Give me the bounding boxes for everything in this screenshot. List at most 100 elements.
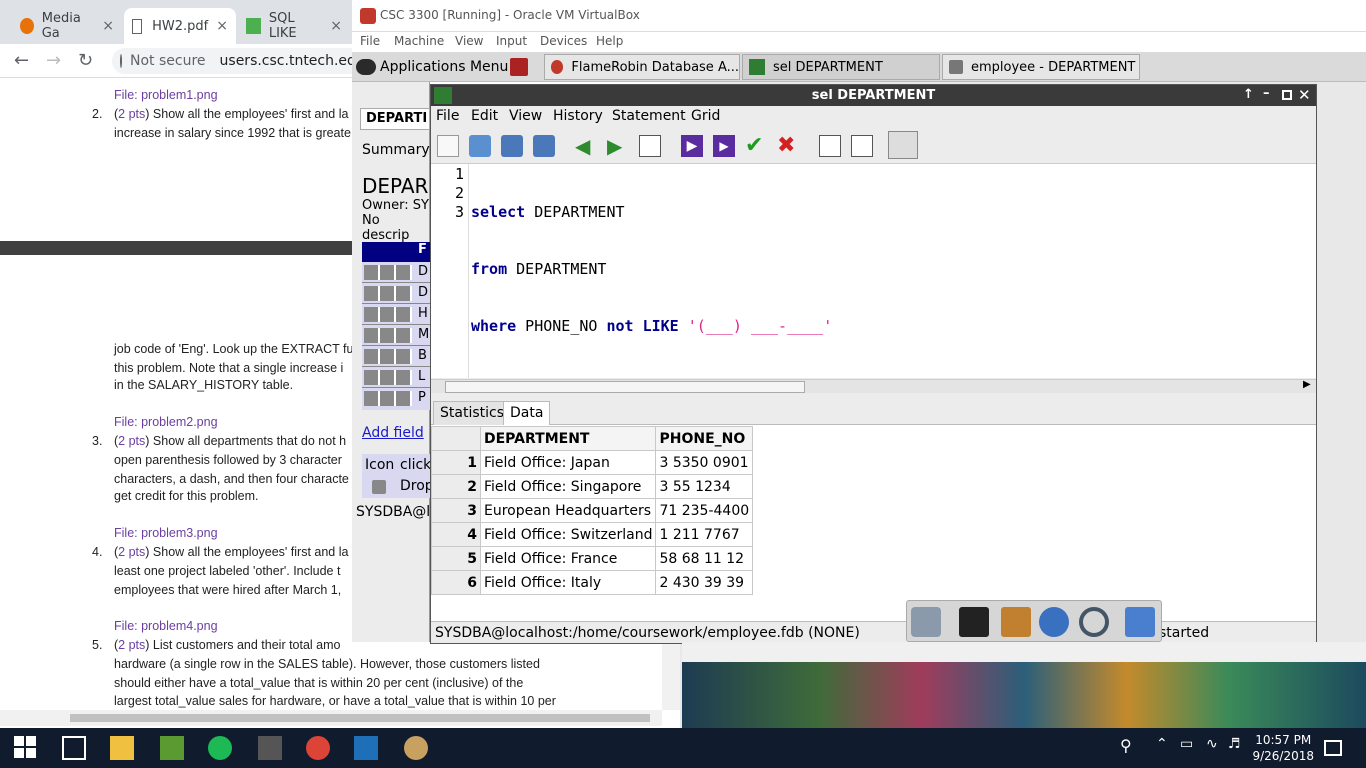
field-action-icons[interactable] [364,328,412,343]
summary-link[interactable]: Summary [362,142,430,158]
task-flamerobin[interactable]: FlameRobin Database A... [544,54,740,80]
column-header-department[interactable]: DEPARTMENT [479,426,657,451]
pdf-horizontal-scrollbar[interactable] [0,710,662,726]
insert-row-icon[interactable] [819,135,841,157]
search-icon[interactable] [1079,607,1109,637]
paint-icon[interactable] [404,736,428,760]
cell-phone-no[interactable]: 58 68 11 12 [655,546,754,571]
tab-hw2-pdf[interactable]: HW2.pdf × [124,8,236,44]
close-tab-icon[interactable]: × [330,18,342,34]
table-row[interactable]: 1 Field Office: Japan 3 5350 0901 [431,450,754,475]
web-browser-icon[interactable] [1039,607,1069,637]
keep-above-icon[interactable]: ↑ [1243,87,1254,102]
scroll-thumb[interactable] [445,381,805,393]
volume-icon[interactable]: ♬ [1228,736,1252,760]
file-manager-icon[interactable] [1001,607,1031,637]
field-action-icons[interactable] [364,286,412,301]
cell-phone-no[interactable]: 3 5350 0901 [655,450,754,475]
app-icon[interactable] [258,736,282,760]
field-row[interactable]: L [362,367,430,388]
battery-icon[interactable]: ▭ [1180,736,1204,760]
field-row[interactable]: B [362,346,430,367]
menu-devices[interactable]: Devices [540,34,587,48]
row-number-header[interactable] [431,426,481,451]
field-row[interactable]: H [362,304,430,325]
table-row[interactable]: 6 Field Office: Italy 2 430 39 39 [431,570,754,595]
notepad-icon[interactable] [160,736,184,760]
field-row[interactable]: D [362,283,430,304]
table-row[interactable]: 2 Field Office: Singapore 3 55 1234 [431,474,754,499]
field-action-icons[interactable] [364,391,412,406]
logout-icon[interactable] [510,58,528,76]
scroll-thumb[interactable] [70,714,650,722]
show-desktop-icon[interactable] [911,607,941,637]
system-clock[interactable]: 10:57 PM 9/26/2018 [1252,732,1314,764]
cell-department[interactable]: Field Office: Switzerland [479,522,657,547]
back-arrow-icon[interactable]: ← [14,50,29,71]
table-row[interactable]: 3 European Headquarters 71 235-4400 [431,498,754,523]
execute-icon[interactable]: ▶ [681,135,703,157]
chrome-icon[interactable] [306,736,330,760]
notifications-icon[interactable] [1324,740,1342,756]
drop-link[interactable]: Drop [400,478,434,494]
cell-department[interactable]: Field Office: Singapore [479,474,657,499]
file-explorer-icon[interactable] [110,736,134,760]
menu-statement[interactable]: Statement [612,108,686,124]
toggle-split-icon[interactable] [888,131,918,159]
previous-icon[interactable]: ◀ [575,135,597,157]
task-employee-department[interactable]: employee - DEPARTMENT [942,54,1140,80]
menu-machine[interactable]: Machine [394,34,444,48]
cell-department[interactable]: Field Office: Japan [479,450,657,475]
tab-sql-like[interactable]: SQL LIKE × [238,8,350,44]
reload-icon[interactable]: ↻ [78,50,93,71]
applications-menu[interactable]: Applications Menu [356,56,508,78]
sql-code[interactable]: select DEPARTMENT from DEPARTMENT where … [471,165,832,374]
tab-data[interactable]: Data [503,401,551,425]
field-row[interactable]: P [362,388,430,409]
task-sel-department[interactable]: sel DEPARTMENT [742,54,940,80]
menu-edit[interactable]: Edit [471,108,498,124]
cell-phone-no[interactable]: 3 55 1234 [655,474,754,499]
add-field-link[interactable]: Add field [362,425,424,441]
next-icon[interactable]: ▶ [607,135,629,157]
column-header-phone-no[interactable]: PHONE_NO [655,426,754,451]
menu-grid[interactable]: Grid [691,108,720,124]
field-action-icons[interactable] [364,265,412,280]
address-bar[interactable]: Not secure users.csc.tntech.edu [112,48,352,74]
people-icon[interactable]: ⚲ [1120,736,1144,760]
menu-input[interactable]: Input [496,34,527,48]
history-icon[interactable] [639,135,661,157]
save-icon[interactable] [501,135,523,157]
wifi-icon[interactable]: ∿ [1206,736,1230,760]
folder-icon[interactable] [1125,607,1155,637]
save-as-icon[interactable] [533,135,555,157]
data-grid[interactable]: DEPARTMENT PHONE_NO 1 Field Office: Japan… [431,425,1316,621]
spotify-icon[interactable] [208,736,232,760]
open-icon[interactable] [469,135,491,157]
task-view-icon[interactable] [62,736,86,760]
table-row[interactable]: 4 Field Office: Switzerland 1 211 7767 [431,522,754,547]
terminal-icon[interactable] [959,607,989,637]
rollback-icon[interactable]: ✖ [777,135,799,157]
close-icon[interactable]: ✕ [1298,86,1311,104]
table-row[interactable]: 5 Field Office: France 58 68 11 12 [431,546,754,571]
field-action-icons[interactable] [364,307,412,322]
menu-history[interactable]: History [553,108,603,124]
close-tab-icon[interactable]: × [216,18,228,34]
menu-view[interactable]: View [455,34,483,48]
field-row[interactable]: M [362,325,430,346]
cell-department[interactable]: European Headquarters [479,498,657,523]
menu-file[interactable]: File [360,34,380,48]
tab-department[interactable]: DEPARTI [360,108,430,130]
menu-file[interactable]: File [436,108,459,124]
sql-editor[interactable]: 1 2 3 select DEPARTMENT from DEPARTMENT … [431,164,1316,378]
execute-selection-icon[interactable]: ▶ [713,135,735,157]
cell-phone-no[interactable]: 1 211 7767 [655,522,754,547]
editor-horizontal-scrollbar[interactable]: ▶ [431,379,1316,393]
forward-arrow-icon[interactable]: → [46,50,61,71]
commit-icon[interactable]: ✔ [745,135,767,157]
field-action-icons[interactable] [364,349,412,364]
tab-statistics[interactable]: Statistics [433,401,511,425]
cell-phone-no[interactable]: 2 430 39 39 [655,570,754,595]
chevron-up-icon[interactable]: ⌃ [1156,736,1180,760]
